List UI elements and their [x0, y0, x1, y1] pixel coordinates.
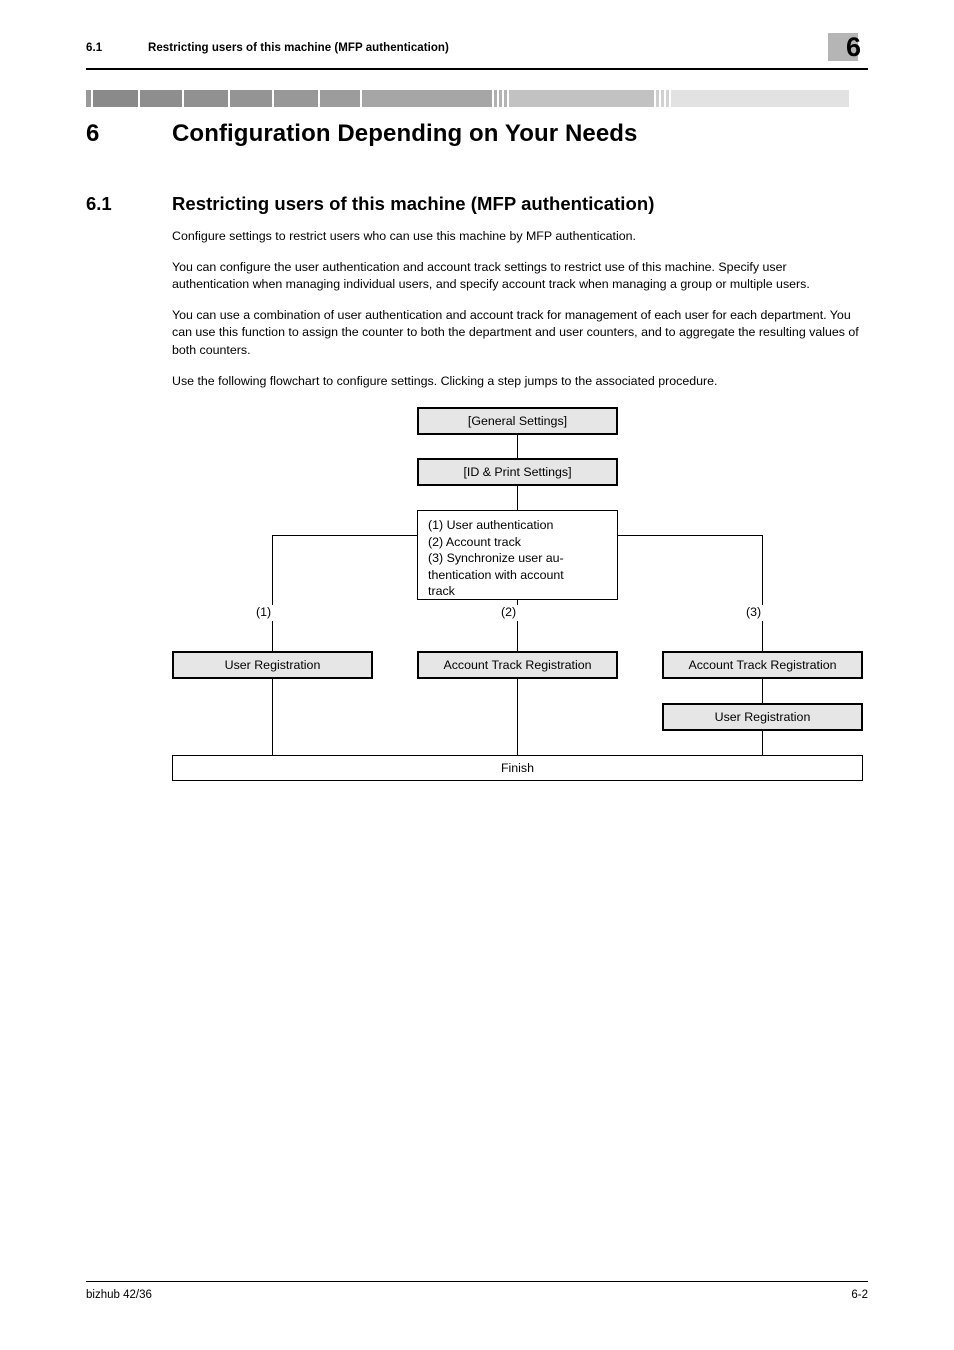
- connector-col1-to-finish: [272, 679, 273, 755]
- flow-node-label: User Registration: [714, 710, 811, 724]
- flow-node-label: User Registration: [224, 658, 321, 672]
- connector-general-to-idprint: [517, 435, 518, 458]
- flow-option-item: (3) Synchronize user au-: [428, 551, 564, 566]
- connector-2-to-account-track: [517, 621, 518, 651]
- connector-branch-1-down: [272, 535, 273, 605]
- connector-col3-to-finish: [762, 731, 763, 755]
- connector-account-track-to-user-registration: [762, 679, 763, 703]
- footer-divider: [86, 1281, 868, 1282]
- branch-label-2: (2): [501, 605, 517, 619]
- flow-node-finish[interactable]: Finish: [172, 755, 863, 781]
- branch-label-1: (1): [256, 605, 272, 619]
- document-page: 6.1 Restricting users of this machine (M…: [0, 0, 954, 1350]
- flow-node-label: Finish: [500, 761, 535, 775]
- connector-branch-left: [272, 535, 418, 536]
- flow-option-item: (1) User authentication: [428, 518, 554, 532]
- connector-branch-right: [618, 535, 763, 536]
- connector-idprint-to-options: [517, 486, 518, 510]
- configuration-flowchart: [General Settings] [ID & Print Settings]…: [0, 0, 954, 1350]
- flow-node-options[interactable]: (1) User authentication (2) Account trac…: [417, 510, 618, 600]
- branch-label-3: (3): [746, 605, 762, 619]
- connector-branch-2-down: [517, 600, 518, 605]
- flow-node-user-registration-3[interactable]: User Registration: [662, 703, 863, 731]
- flow-node-account-track-registration-3[interactable]: Account Track Registration: [662, 651, 863, 679]
- connector-col2-to-finish: [517, 679, 518, 755]
- flow-node-general-settings[interactable]: [General Settings]: [417, 407, 618, 435]
- flow-node-label: Account Track Registration: [443, 658, 592, 672]
- flow-node-account-track-registration-2[interactable]: Account Track Registration: [417, 651, 618, 679]
- footer-product-name: bizhub 42/36: [86, 1289, 152, 1301]
- flow-option-item: (2) Account track: [428, 534, 521, 549]
- connector-1-to-user-registration: [272, 621, 273, 651]
- flow-node-id-print-settings[interactable]: [ID & Print Settings]: [417, 458, 618, 486]
- flow-node-label: [ID & Print Settings]: [463, 465, 572, 479]
- flow-node-user-registration-1[interactable]: User Registration: [172, 651, 373, 679]
- flow-option-item: track: [428, 584, 455, 599]
- footer-page-number: 6-2: [851, 1289, 868, 1301]
- flow-node-label: [General Settings]: [467, 414, 568, 428]
- connector-3-to-account-track: [762, 621, 763, 651]
- flow-option-item: thentication with account: [428, 567, 564, 582]
- flow-node-label: Account Track Registration: [688, 658, 837, 672]
- connector-branch-3-down: [762, 535, 763, 605]
